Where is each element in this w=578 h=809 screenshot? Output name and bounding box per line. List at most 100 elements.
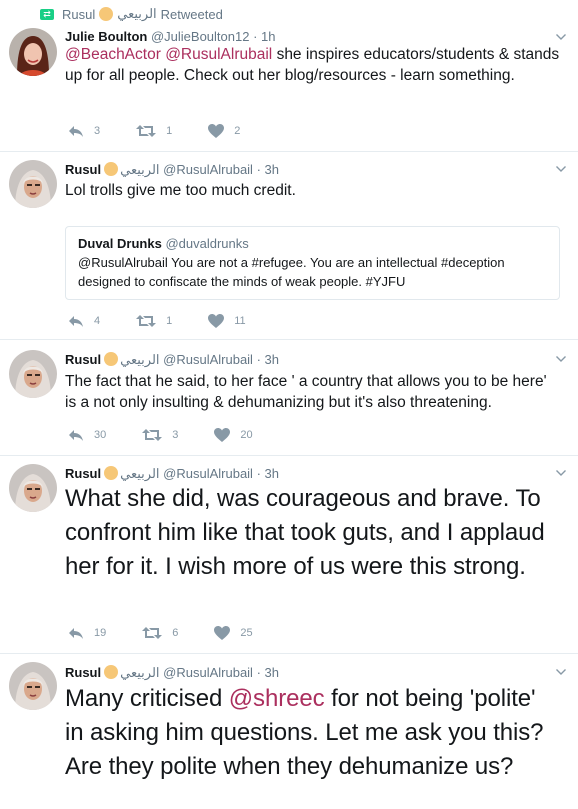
retweeted-label: Retweeted: [160, 6, 223, 22]
avatar[interactable]: [9, 662, 57, 710]
arabic-name: الربيعي: [120, 162, 160, 177]
tweet-actions: 3 1 2: [68, 124, 276, 138]
quoted-text: @RusulAlrubail You are not a #refugee. Y…: [78, 255, 505, 289]
timestamp[interactable]: 1h: [261, 29, 275, 44]
caret-down-icon[interactable]: [556, 34, 566, 40]
heart-icon: [208, 124, 224, 138]
mention-link[interactable]: @shreec: [229, 685, 325, 712]
display-name[interactable]: Julie Boulton: [65, 29, 147, 44]
tweet[interactable]: Rusul الربيعي @RusulAlrubail · 3h Many cr…: [0, 654, 578, 809]
tweet-actions: 19 6 25: [68, 626, 289, 640]
tweet-header: Julie Boulton @JulieBoulton12 · 1h: [65, 29, 276, 44]
quoted-name: Duval Drunks: [78, 236, 162, 251]
arabic-name: الربيعي: [120, 466, 160, 481]
retweet-icon: [142, 627, 162, 639]
retweet-button[interactable]: 6: [142, 627, 178, 639]
reply-icon: [68, 315, 84, 327]
reply-count: 30: [94, 429, 107, 441]
caret-down-icon[interactable]: [556, 166, 566, 172]
like-button[interactable]: 25: [214, 626, 253, 640]
tweet-text: @BeachActor @RusulAlrubail she inspires …: [65, 44, 560, 86]
emoji-icon: [104, 162, 119, 176]
tweet-body: Many criticised: [65, 685, 223, 712]
reply-button[interactable]: 30: [68, 429, 106, 441]
tweet[interactable]: Rusul الربيعي @RusulAlrubail · 3h What sh…: [0, 456, 578, 654]
reply-count: 19: [94, 627, 107, 639]
like-count: 25: [240, 627, 253, 639]
reply-button[interactable]: 19: [68, 627, 106, 639]
like-button[interactable]: 20: [214, 428, 253, 442]
tweet-actions: 4 1 11: [68, 314, 282, 328]
like-button[interactable]: 11: [208, 314, 246, 328]
emoji-icon: [104, 352, 119, 366]
tweet-header: Rusul الربيعي @RusulAlrubail · 3h: [65, 162, 279, 177]
retweet-icon: [136, 315, 156, 327]
heart-icon: [214, 428, 230, 442]
tweet-header: Rusul الربيعي @RusulAlrubail · 3h: [65, 466, 279, 481]
reply-count: 4: [94, 315, 101, 327]
retweet-count: 6: [172, 627, 179, 639]
emoji-icon: [104, 466, 119, 480]
like-button[interactable]: 2: [208, 124, 240, 138]
avatar[interactable]: [9, 350, 57, 398]
retweet-count: 1: [166, 125, 173, 137]
retweet-button[interactable]: 1: [136, 125, 172, 137]
timestamp[interactable]: 3h: [265, 352, 279, 367]
mention-link[interactable]: @RusulAlrubail: [165, 46, 272, 63]
handle[interactable]: @RusulAlrubail: [163, 352, 253, 367]
reply-icon: [68, 627, 84, 639]
timestamp[interactable]: 3h: [265, 466, 279, 481]
emoji-icon: [99, 7, 114, 21]
retweet-button[interactable]: 3: [142, 429, 178, 441]
heart-icon: [214, 626, 230, 640]
tweet[interactable]: Rusul الربيعي @RusulAlrubail · 3h The fac…: [0, 340, 578, 456]
handle[interactable]: @RusulAlrubail: [163, 466, 253, 481]
reply-icon: [68, 125, 84, 137]
reply-button[interactable]: 3: [68, 125, 100, 137]
quoted-handle: @duvaldrunks: [165, 236, 249, 251]
retweet-context: ⇄ Rusul الربيعي Retweeted: [40, 6, 223, 22]
emoji-icon: [104, 665, 119, 679]
tweet-header: Rusul الربيعي @RusulAlrubail · 3h: [65, 352, 279, 367]
tweet-header: Rusul الربيعي @RusulAlrubail · 3h: [65, 665, 279, 680]
reply-button[interactable]: 4: [68, 315, 100, 327]
retweet-icon: ⇄: [40, 8, 54, 20]
caret-down-icon[interactable]: [556, 669, 566, 675]
like-count: 11: [234, 315, 246, 327]
arabic-name: الربيعي: [120, 352, 160, 367]
retweet-button[interactable]: 1: [136, 315, 172, 327]
tweet-text: What she did, was courageous and brave. …: [65, 485, 545, 580]
quoted-tweet[interactable]: Duval Drunks @duvaldrunks @RusulAlrubail…: [65, 226, 560, 300]
reply-count: 3: [94, 125, 101, 137]
mention-link[interactable]: @BeachActor: [65, 46, 161, 63]
handle[interactable]: @JulieBoulton12: [151, 29, 249, 44]
timestamp[interactable]: 3h: [265, 665, 279, 680]
tweet[interactable]: ⇄ Rusul الربيعي Retweeted Julie Boulton …: [0, 0, 578, 152]
like-count: 2: [234, 125, 241, 137]
retweet-count: 1: [166, 315, 173, 327]
retweeter-arabic: الربيعي: [117, 6, 157, 21]
heart-icon: [208, 314, 224, 328]
tweet-text: The fact that he said, to her face ' a c…: [65, 373, 547, 411]
handle[interactable]: @RusulAlrubail: [163, 665, 253, 680]
timestamp[interactable]: 3h: [265, 162, 279, 177]
avatar[interactable]: [9, 28, 57, 76]
tweet-text: Lol trolls give me too much credit.: [65, 182, 296, 199]
display-name[interactable]: Rusul: [65, 352, 101, 367]
tweet-actions: 30 3 20: [68, 428, 289, 442]
retweet-icon: [136, 125, 156, 137]
tweet-text: Many criticised @shreec for not being 'p…: [65, 682, 560, 784]
display-name[interactable]: Rusul: [65, 162, 101, 177]
retweeter-name[interactable]: Rusul: [62, 7, 95, 22]
caret-down-icon[interactable]: [556, 470, 566, 476]
retweet-icon: [142, 429, 162, 441]
tweet[interactable]: Rusul الربيعي @RusulAlrubail · 3h Lol tro…: [0, 152, 578, 340]
display-name[interactable]: Rusul: [65, 466, 101, 481]
avatar[interactable]: [9, 160, 57, 208]
display-name[interactable]: Rusul: [65, 665, 101, 680]
caret-down-icon[interactable]: [556, 356, 566, 362]
reply-icon: [68, 429, 84, 441]
handle[interactable]: @RusulAlrubail: [163, 162, 253, 177]
avatar[interactable]: [9, 464, 57, 512]
retweet-count: 3: [172, 429, 179, 441]
